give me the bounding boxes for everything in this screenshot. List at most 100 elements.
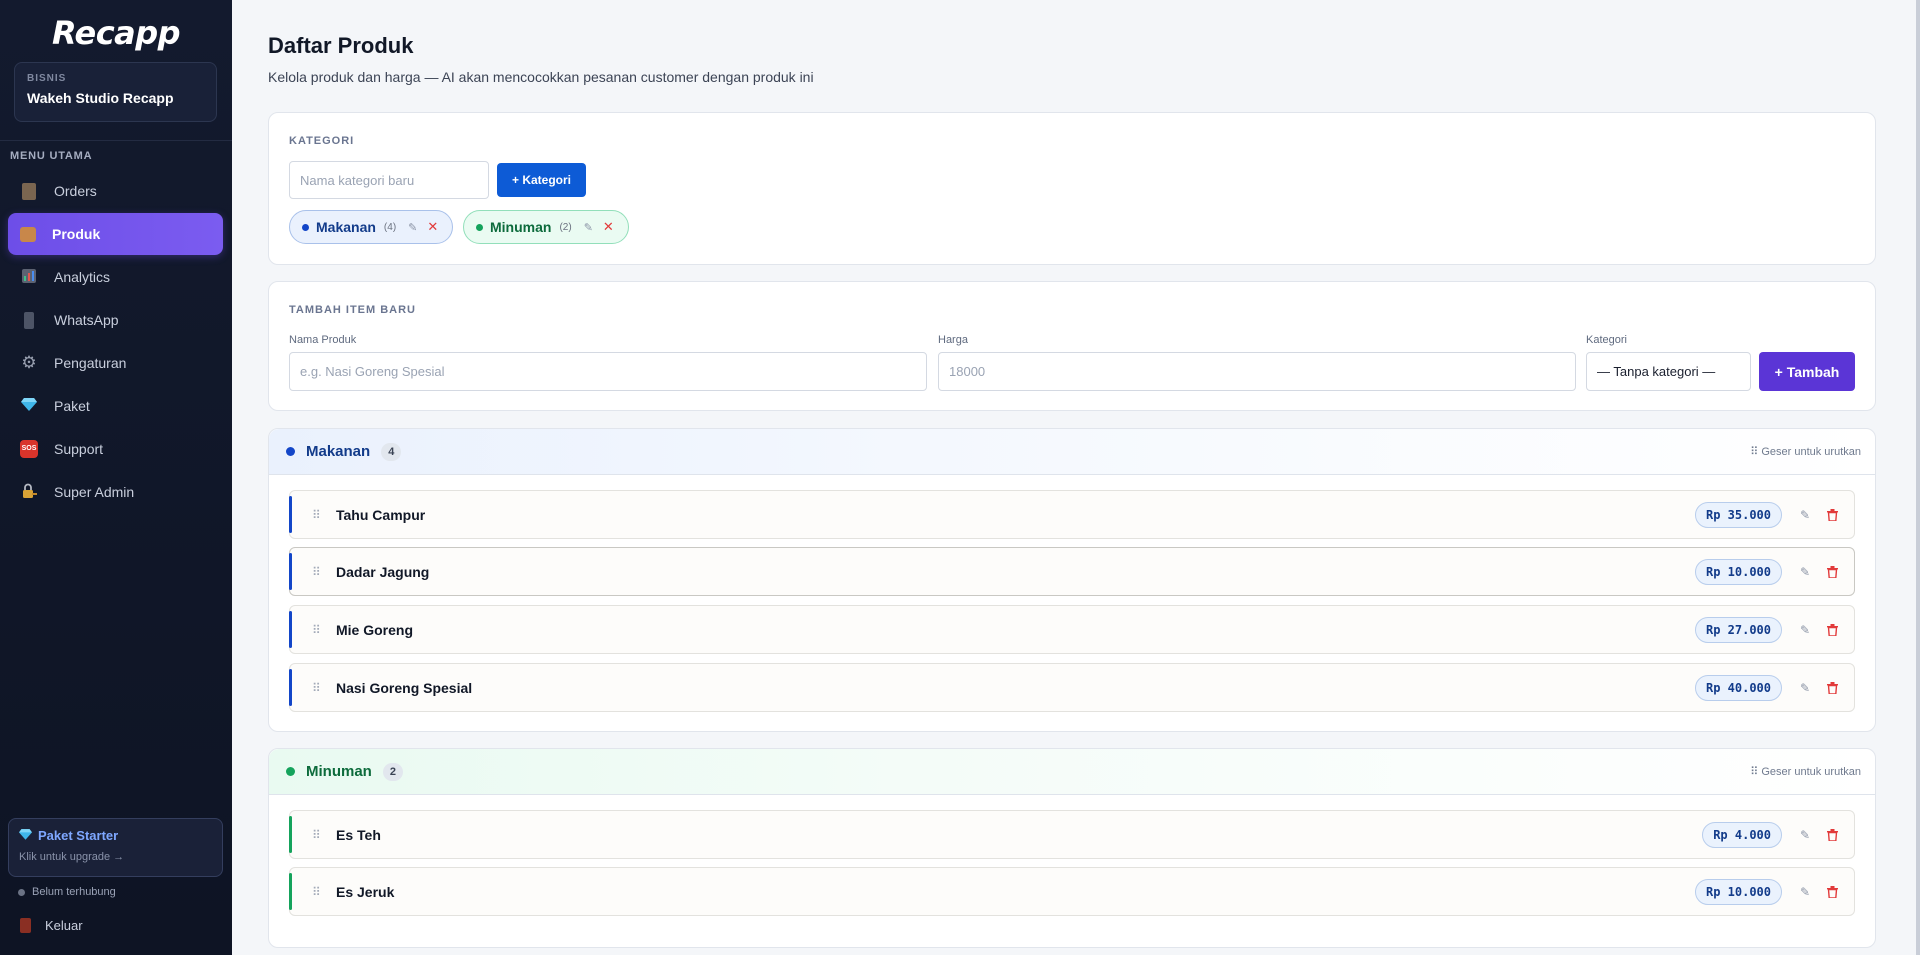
pencil-icon[interactable]: ✎: [584, 221, 593, 234]
sidebar-item-produk[interactable]: Produk: [8, 213, 223, 255]
category-chip-name: Makanan: [316, 219, 376, 235]
sidebar-item-whatsapp[interactable]: WhatsApp: [8, 299, 223, 341]
lock-key-icon: [20, 483, 38, 501]
trash-icon[interactable]: [1827, 565, 1838, 578]
logout-button[interactable]: Keluar: [20, 918, 83, 933]
gear-icon: ⚙: [21, 353, 37, 372]
business-card: BISNIS Wakeh Studio Recapp: [14, 62, 217, 122]
pencil-icon[interactable]: ✎: [1800, 508, 1810, 522]
business-label: BISNIS: [27, 73, 67, 84]
plan-title: Paket Starter: [19, 828, 212, 843]
add-item-card: TAMBAH ITEM BARU Nama Produk e.g. Nasi G…: [268, 281, 1876, 411]
price-input[interactable]: 18000: [938, 352, 1576, 391]
pencil-icon[interactable]: ✎: [1800, 681, 1810, 695]
group-dot-icon: [286, 767, 295, 776]
product-row[interactable]: ⠿ Nasi Goreng Spesial Rp 40.000 ✎: [289, 663, 1855, 712]
category-chip-count: (2): [559, 221, 572, 233]
sidebar-item-label: Support: [54, 441, 104, 457]
pencil-icon[interactable]: ✎: [1800, 885, 1810, 899]
sidebar-item-paket[interactable]: Paket: [8, 385, 223, 427]
bar-chart-icon: [20, 268, 38, 286]
sidebar-item-label: Pengaturan: [54, 355, 127, 371]
close-icon[interactable]: ✕: [603, 219, 614, 235]
sidebar-item-label: Analytics: [54, 269, 111, 285]
sidebar-item-support[interactable]: SOS Support: [8, 428, 223, 470]
sidebar-item-super-admin[interactable]: Super Admin: [8, 471, 223, 513]
product-name-label: Nama Produk: [289, 334, 357, 346]
category-dot-icon: [476, 223, 483, 231]
page-subtitle: Kelola produk dan harga — AI akan mencoc…: [268, 69, 814, 85]
sidebar: Recapp BISNIS Wakeh Studio Recapp MENU U…: [0, 0, 232, 955]
price-label: Harga: [938, 334, 968, 346]
sidebar-item-pengaturan[interactable]: ⚙ Pengaturan: [8, 342, 223, 384]
group-name: Makanan: [306, 443, 371, 460]
gem-icon: [20, 397, 38, 415]
product-group-makanan: Makanan 4 ⠿ Geser untuk urutkan ⠿ Tahu C…: [268, 428, 1876, 732]
plan-card[interactable]: Paket Starter Klik untuk upgrade →: [8, 818, 223, 877]
category-name-input[interactable]: Nama kategori baru: [289, 161, 489, 199]
add-item-button[interactable]: + Tambah: [1759, 352, 1855, 391]
category-chip-makanan[interactable]: Makanan (4) ✎ ✕: [289, 210, 453, 244]
pencil-icon[interactable]: ✎: [408, 221, 417, 234]
price-badge: Rp 4.000: [1702, 821, 1782, 848]
sidebar-item-orders[interactable]: Orders: [8, 170, 223, 212]
category-select-label: Kategori: [1586, 334, 1627, 346]
add-category-button[interactable]: + Kategori: [497, 163, 586, 197]
sidebar-item-label: Super Admin: [54, 484, 135, 500]
drag-handle-icon[interactable]: ⠿: [312, 885, 321, 899]
group-count-badge: 4: [381, 442, 402, 461]
product-row[interactable]: ⠿ Tahu Campur Rp 35.000 ✎: [289, 490, 1855, 539]
connection-status-text: Belum terhubung: [32, 886, 116, 898]
drag-handle-icon[interactable]: ⠿: [312, 828, 321, 842]
product-name: Es Teh: [336, 826, 381, 843]
row-accent-bar: [289, 496, 292, 533]
product-row[interactable]: ⠿ Mie Goreng Rp 27.000 ✎: [289, 605, 1855, 654]
row-accent-bar: [289, 611, 292, 648]
trash-icon[interactable]: [1827, 623, 1838, 636]
pencil-icon[interactable]: ✎: [1800, 565, 1810, 579]
product-row[interactable]: ⠿ Dadar Jagung Rp 10.000 ✎: [289, 547, 1855, 596]
drag-handle-icon[interactable]: ⠿: [312, 681, 321, 695]
pencil-icon[interactable]: ✎: [1800, 623, 1810, 637]
trash-icon[interactable]: [1827, 681, 1838, 694]
group-header: Makanan 4 ⠿ Geser untuk urutkan: [269, 429, 1875, 475]
group-header: Minuman 2 ⠿ Geser untuk urutkan: [269, 749, 1875, 795]
product-name-input[interactable]: e.g. Nasi Goreng Spesial: [289, 352, 927, 391]
drag-handle-icon[interactable]: ⠿: [312, 565, 321, 579]
menu-label: MENU UTAMA: [10, 150, 93, 162]
clipboard-icon: [22, 182, 36, 200]
page-scrollbar[interactable]: [1916, 0, 1920, 955]
group-name: Minuman: [306, 763, 372, 780]
door-icon: [20, 918, 31, 933]
category-select[interactable]: — Tanpa kategori —: [1586, 352, 1751, 391]
product-row[interactable]: ⠿ Es Jeruk Rp 10.000 ✎: [289, 867, 1855, 916]
product-name: Es Jeruk: [336, 883, 395, 900]
plan-title-text: Paket Starter: [38, 828, 119, 843]
sidebar-item-label: Orders: [54, 183, 97, 199]
sidebar-item-label: WhatsApp: [54, 312, 119, 328]
category-chip-count: (4): [383, 221, 397, 233]
app-logo[interactable]: Recapp: [0, 14, 232, 52]
price-badge: Rp 10.000: [1694, 878, 1782, 905]
product-name: Tahu Campur: [336, 506, 426, 523]
trash-icon[interactable]: [1827, 508, 1838, 521]
trash-icon[interactable]: [1827, 828, 1838, 841]
sidebar-item-analytics[interactable]: Analytics: [8, 256, 223, 298]
drag-handle-icon[interactable]: ⠿: [312, 623, 321, 637]
close-icon[interactable]: ✕: [427, 219, 438, 235]
row-accent-bar: [289, 816, 292, 853]
trash-icon[interactable]: [1827, 885, 1838, 898]
category-card: KATEGORI Nama kategori baru + Kategori M…: [268, 112, 1876, 265]
price-badge: Rp 10.000: [1694, 558, 1782, 585]
product-name: Nasi Goreng Spesial: [336, 679, 473, 696]
price-badge: Rp 40.000: [1694, 674, 1782, 701]
pencil-icon[interactable]: ✎: [1800, 828, 1810, 842]
category-chip-minuman[interactable]: Minuman (2) ✎ ✕: [463, 210, 629, 244]
product-row[interactable]: ⠿ Es Teh Rp 4.000 ✎: [289, 810, 1855, 859]
drag-handle-icon[interactable]: ⠿: [312, 508, 321, 522]
add-item-section-label: TAMBAH ITEM BARU: [289, 304, 417, 316]
drag-sort-hint: ⠿ Geser untuk urutkan: [1750, 446, 1861, 458]
category-dot-icon: [302, 223, 309, 231]
sidebar-item-label: Produk: [52, 226, 101, 242]
group-count-badge: 2: [382, 762, 403, 781]
